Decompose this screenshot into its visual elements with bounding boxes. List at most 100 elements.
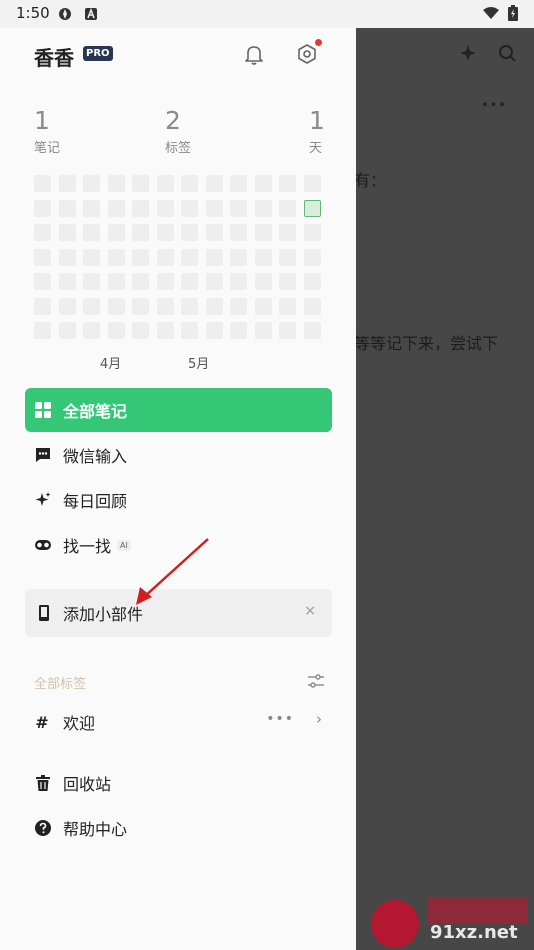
heatmap-cell [303,199,321,217]
nav-help-center[interactable]: 帮助中心 [34,815,127,841]
bell-icon[interactable] [242,42,266,66]
tag-label: 欢迎 [63,714,96,733]
heatmap-cell [156,297,174,315]
status-time: 1:50 [16,4,50,22]
heatmap-cell [107,224,125,241]
heatmap-cell [107,199,125,217]
heatmap-cell [254,322,272,339]
heatmap-cell [132,224,149,241]
add-widget-label: 添加小部件 [63,605,144,624]
nav-trash[interactable]: 回收站 [34,770,111,796]
wifi-icon [483,7,499,19]
heatmap-cell [156,273,174,290]
heatmap-cell [279,199,296,217]
heatmap-cell [303,175,321,192]
user-name[interactable]: 香香 [34,42,74,71]
activity-heatmap [34,175,321,339]
heatmap-cell [205,224,223,241]
background-app[interactable]: ••• 有： 等等记下来，尝试下 [356,28,534,950]
heatmap-cell [230,273,247,290]
heatmap-cell [58,175,76,192]
heatmap-cell [34,175,51,192]
heatmap-cell [58,297,76,315]
filter-icon[interactable] [307,673,325,689]
heatmap-cell [181,224,198,241]
stat-notes[interactable]: 1 笔记 [34,106,60,156]
bg-text-1: 有： [356,171,387,190]
hash-icon: # [35,712,49,732]
heatmap-cell [156,248,174,266]
heatmap-cell [303,273,321,290]
nav-find[interactable]: 找一找 AI [25,523,332,567]
ai-tag: AI [117,539,131,551]
heatmap-cell [132,297,149,315]
nav-all-notes-label: 全部笔记 [63,402,128,421]
heatmap-cell [156,175,174,192]
heatmap-cell [254,175,272,192]
stat-notes-value: 1 [34,106,50,135]
heatmap-cell [279,273,296,290]
heatmap-cell [303,297,321,315]
settings-button[interactable] [295,39,322,66]
heatmap-cell [156,224,174,241]
heatmap-cell [230,175,247,192]
heatmap-cell [230,322,247,339]
heatmap-cell [205,297,223,315]
heatmap-cell [279,175,296,192]
heatmap-cell [132,322,149,339]
heatmap-cell [107,273,125,290]
heatmap-cell [34,297,51,315]
navigation-drawer: 香香 PRO 1 笔记 2 标签 1 天 4月 5月 全部笔记 微信输入 每日回… [0,28,356,950]
phone-icon [39,605,49,621]
nav-wechat-input-label: 微信输入 [63,447,128,466]
heatmap-cell [303,322,321,339]
heatmap-cell [83,248,100,266]
bg-text-2: 等等记下来，尝试下 [356,334,499,353]
heatmap-cell [132,248,149,266]
stat-tags-label: 标签 [165,141,192,156]
heatmap-cell [83,224,100,241]
pro-badge[interactable]: PRO [83,46,113,61]
chat-icon [34,446,52,464]
heatmap-cell [107,248,125,266]
more-icon[interactable]: ••• [266,711,294,727]
close-icon[interactable]: × [304,603,316,619]
heatmap-cell [230,199,247,217]
heatmap-cell [34,322,51,339]
nav-help-center-label: 帮助中心 [63,820,128,839]
heatmap-cell [181,248,198,266]
heatmap-cell [107,175,125,192]
add-widget-card[interactable]: 添加小部件 × [25,589,332,637]
heatmap-cell [279,322,296,339]
stat-tags[interactable]: 2 标签 [165,106,191,156]
heatmap-cell [83,273,100,290]
heatmap-cell [279,224,296,241]
heatmap-cell [254,199,272,217]
tag-item-welcome[interactable]: # 欢迎 ••• › [34,709,326,735]
heatmap-cell [303,224,321,241]
all-tags-header: 全部标签 [34,677,87,692]
heatmap-cell [83,297,100,315]
heatmap-cell [303,248,321,266]
heatmap-cell [34,248,51,266]
glasses-icon [34,536,52,554]
heatmap-cell [254,248,272,266]
heatmap-cell [34,199,51,217]
chevron-right-icon[interactable]: › [316,710,322,728]
more-icon: ••• [481,98,508,113]
nav-daily-review[interactable]: 每日回顾 [25,478,332,522]
stat-days[interactable]: 1 天 [309,106,325,156]
heatmap-cell [132,199,149,217]
stat-notes-label: 笔记 [34,141,61,156]
heatmap-cell [132,273,149,290]
stat-tags-value: 2 [165,106,181,135]
heatmap-cell [230,297,247,315]
nav-all-notes[interactable]: 全部笔记 [25,388,332,432]
gear-icon [298,44,316,64]
heatmap-cell [205,175,223,192]
heatmap-cell [230,248,247,266]
a-status-icon [85,7,97,20]
month-label-may: 5月 [188,357,210,372]
heatmap-cell [181,273,198,290]
nav-wechat-input[interactable]: 微信输入 [25,433,332,477]
